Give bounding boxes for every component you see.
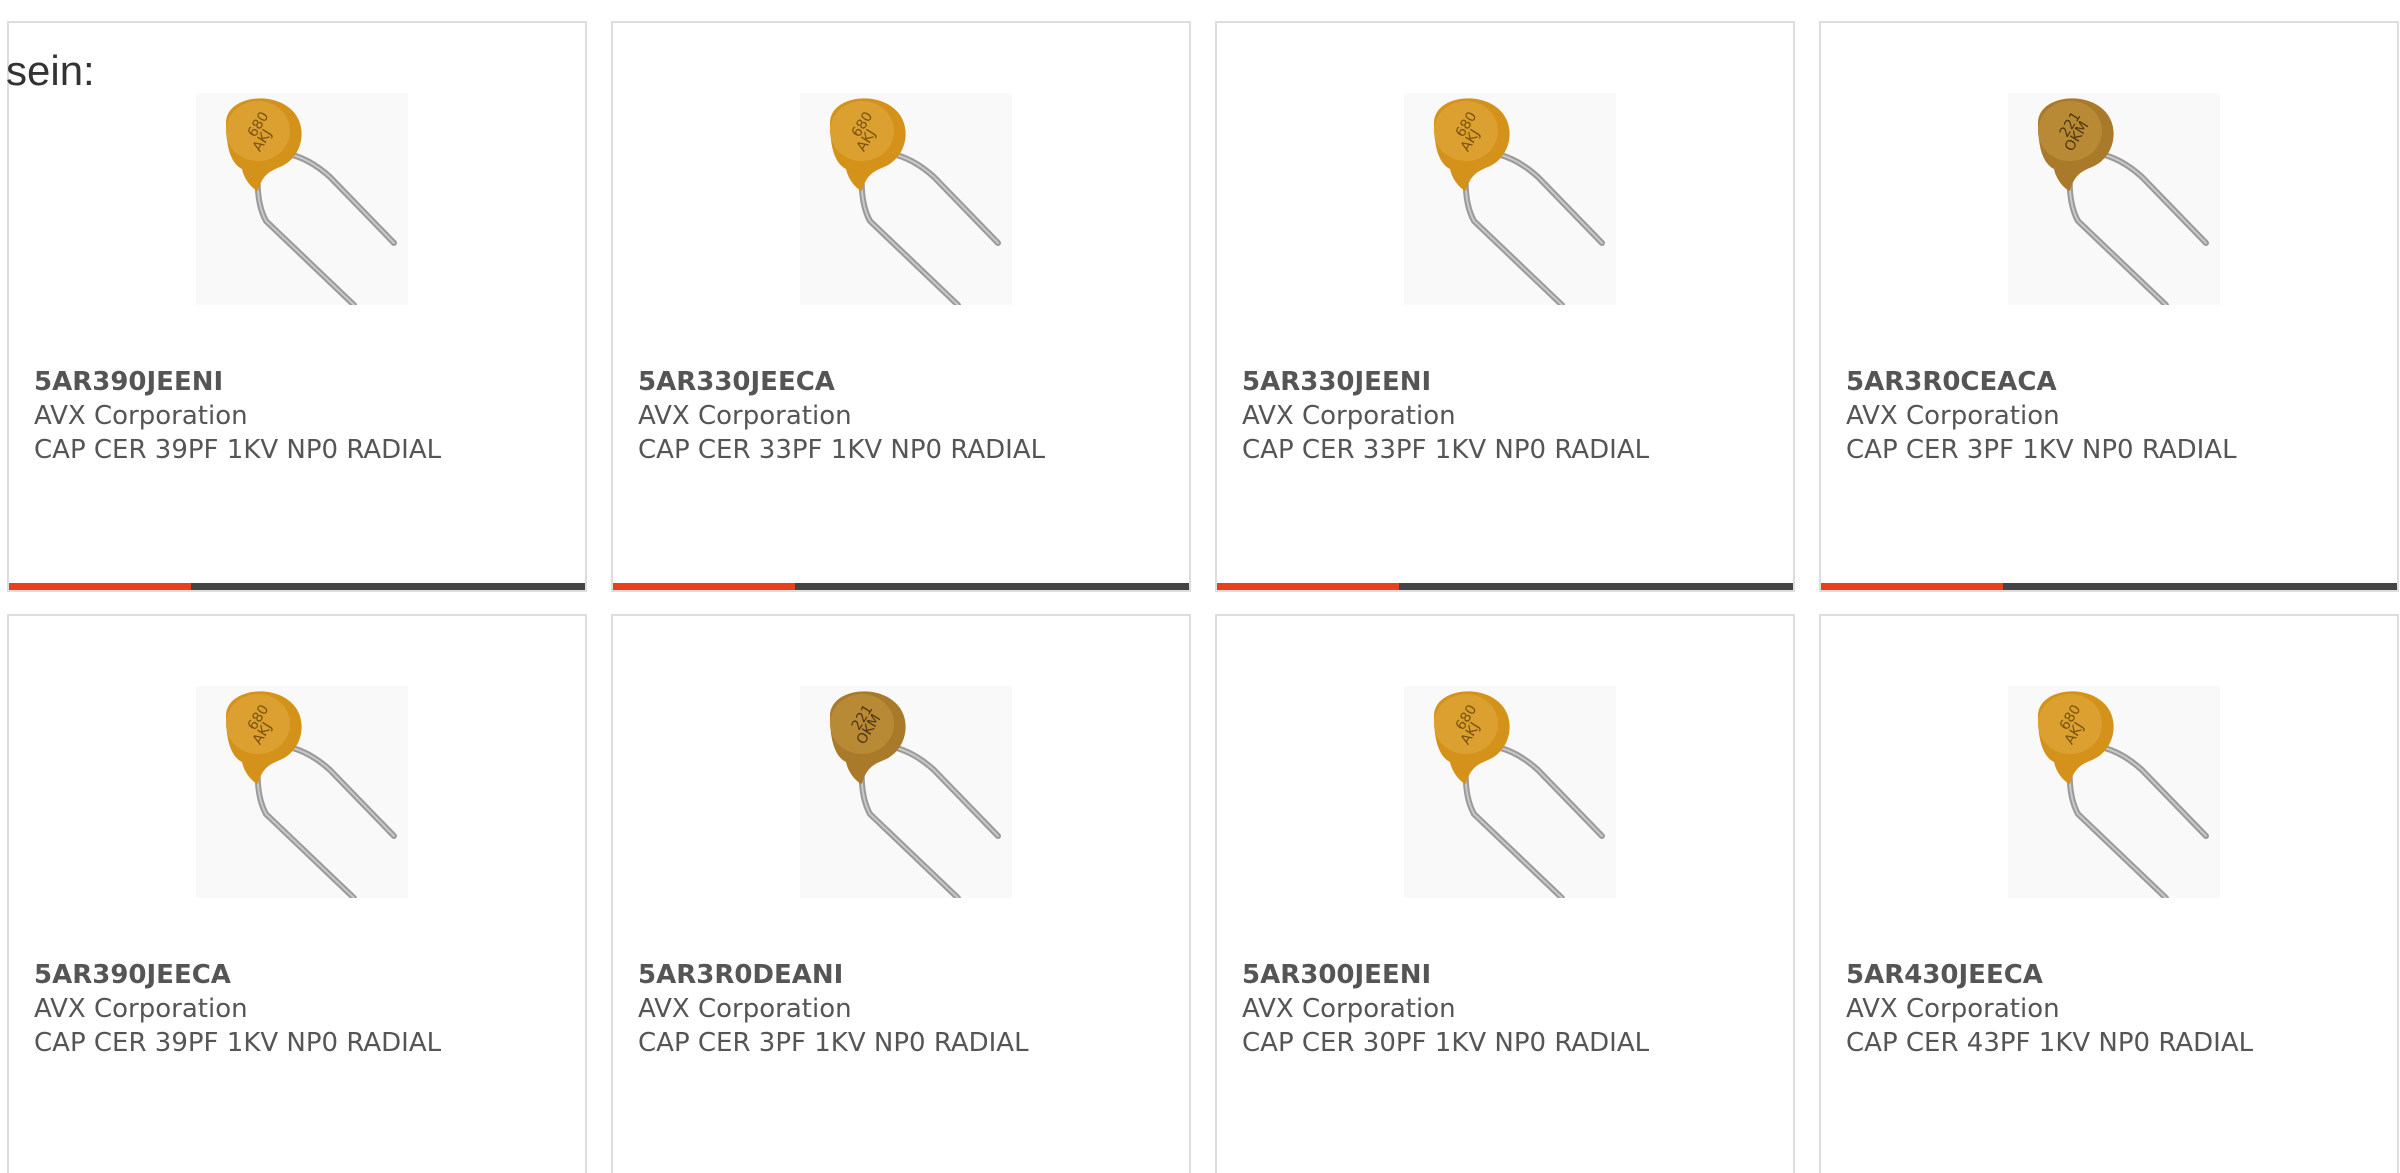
card-hover-bar xyxy=(9,583,585,590)
product-info: 5AR390JEENI AVX Corporation CAP CER 39PF… xyxy=(34,365,575,467)
manufacturer: AVX Corporation xyxy=(34,994,248,1024)
manufacturer: AVX Corporation xyxy=(34,401,248,431)
card-hover-bar xyxy=(613,583,1189,590)
product-card[interactable]: 5AR330JEENI AVX Corporation CAP CER 33PF… xyxy=(1215,21,1795,592)
product-listing-page: sein: 5AR390JEENI AVX Corporation CAP CE… xyxy=(0,0,2400,1173)
product-card[interactable]: 5AR330JEECA AVX Corporation CAP CER 33PF… xyxy=(611,21,1191,592)
manufacturer: AVX Corporation xyxy=(1846,401,2060,431)
product-grid: 5AR390JEENI AVX Corporation CAP CER 39PF… xyxy=(7,21,2400,1173)
card-accent-bar xyxy=(9,583,191,590)
intro-text: sein: xyxy=(6,47,95,94)
product-info: 5AR390JEECA AVX Corporation CAP CER 39PF… xyxy=(34,958,575,1060)
ceramic-capacitor-icon xyxy=(1404,686,1616,898)
product-info: 5AR3R0CEACA AVX Corporation CAP CER 3PF … xyxy=(1846,365,2387,467)
part-number[interactable]: 5AR3R0DEANI xyxy=(638,958,1179,992)
product-card[interactable]: 5AR390JEENI AVX Corporation CAP CER 39PF… xyxy=(7,21,587,592)
product-info: 5AR330JEENI AVX Corporation CAP CER 33PF… xyxy=(1242,365,1783,467)
product-info: 5AR300JEENI AVX Corporation CAP CER 30PF… xyxy=(1242,958,1783,1060)
part-number[interactable]: 5AR430JEECA xyxy=(1846,958,2387,992)
part-number[interactable]: 5AR3R0CEACA xyxy=(1846,365,2387,399)
product-card[interactable]: 5AR3R0DEANI AVX Corporation CAP CER 3PF … xyxy=(611,614,1191,1173)
product-card[interactable]: 5AR300JEENI AVX Corporation CAP CER 30PF… xyxy=(1215,614,1795,1173)
card-hover-bar xyxy=(1821,583,2397,590)
ceramic-capacitor-icon xyxy=(800,93,1012,305)
description: CAP CER 3PF 1KV NP0 RADIAL xyxy=(1846,435,2237,465)
description: CAP CER 33PF 1KV NP0 RADIAL xyxy=(1242,435,1650,465)
part-number[interactable]: 5AR300JEENI xyxy=(1242,958,1783,992)
product-card[interactable]: 5AR430JEECA AVX Corporation CAP CER 43PF… xyxy=(1819,614,2399,1173)
card-accent-bar xyxy=(613,583,795,590)
part-number[interactable]: 5AR390JEENI xyxy=(34,365,575,399)
product-info: 5AR3R0DEANI AVX Corporation CAP CER 3PF … xyxy=(638,958,1179,1060)
ceramic-capacitor-icon xyxy=(2008,686,2220,898)
manufacturer: AVX Corporation xyxy=(638,401,852,431)
description: CAP CER 30PF 1KV NP0 RADIAL xyxy=(1242,1028,1650,1058)
ceramic-capacitor-icon xyxy=(2008,93,2220,305)
part-number[interactable]: 5AR330JEECA xyxy=(638,365,1179,399)
ceramic-capacitor-icon xyxy=(800,686,1012,898)
description: CAP CER 33PF 1KV NP0 RADIAL xyxy=(638,435,1046,465)
card-hover-bar xyxy=(1217,583,1793,590)
description: CAP CER 39PF 1KV NP0 RADIAL xyxy=(34,435,442,465)
manufacturer: AVX Corporation xyxy=(1242,994,1456,1024)
part-number[interactable]: 5AR330JEENI xyxy=(1242,365,1783,399)
ceramic-capacitor-icon xyxy=(196,93,408,305)
part-number[interactable]: 5AR390JEECA xyxy=(34,958,575,992)
product-info: 5AR430JEECA AVX Corporation CAP CER 43PF… xyxy=(1846,958,2387,1060)
card-accent-bar xyxy=(1821,583,2003,590)
description: CAP CER 3PF 1KV NP0 RADIAL xyxy=(638,1028,1029,1058)
ceramic-capacitor-icon xyxy=(196,686,408,898)
manufacturer: AVX Corporation xyxy=(638,994,852,1024)
description: CAP CER 43PF 1KV NP0 RADIAL xyxy=(1846,1028,2254,1058)
product-info: 5AR330JEECA AVX Corporation CAP CER 33PF… xyxy=(638,365,1179,467)
description: CAP CER 39PF 1KV NP0 RADIAL xyxy=(34,1028,442,1058)
product-card[interactable]: 5AR3R0CEACA AVX Corporation CAP CER 3PF … xyxy=(1819,21,2399,592)
product-card[interactable]: 5AR390JEECA AVX Corporation CAP CER 39PF… xyxy=(7,614,587,1173)
ceramic-capacitor-icon xyxy=(1404,93,1616,305)
manufacturer: AVX Corporation xyxy=(1846,994,2060,1024)
card-accent-bar xyxy=(1217,583,1399,590)
manufacturer: AVX Corporation xyxy=(1242,401,1456,431)
